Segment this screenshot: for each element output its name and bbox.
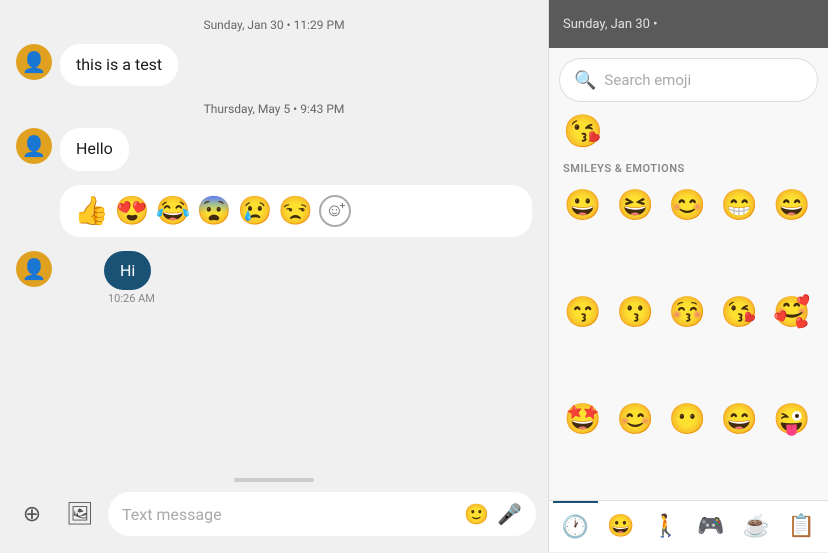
- emoji-laughing[interactable]: 😂: [156, 197, 191, 225]
- emoji-panel-date: Sunday, Jan 30 •: [563, 17, 658, 32]
- emoji-cell[interactable]: 😄: [768, 181, 816, 229]
- emoji-grid: 😀 😆 😊 😁 😄 😙 😗 😚 😘 🥰 🤩 😊 😶 😄 😜: [549, 181, 828, 500]
- emoji-cell[interactable]: 😆: [611, 181, 659, 229]
- date-label-1: Sunday, Jan 30 • 11:29 PM: [16, 18, 532, 32]
- sent-timestamp: 10:26 AM: [108, 292, 155, 305]
- emoji-section-label: SMILEYS & EMOTIONS: [549, 158, 828, 181]
- emoji-thumbsup[interactable]: 👍: [74, 197, 109, 225]
- emoji-cell[interactable]: 😙: [559, 288, 607, 336]
- emoji-cell[interactable]: 😚: [663, 288, 711, 336]
- bubble-1: this is a test: [60, 44, 178, 86]
- date-label-2: Thursday, May 5 • 9:43 PM: [16, 102, 532, 116]
- gallery-icon: 🖼: [66, 502, 94, 527]
- emoji-crying[interactable]: 😢: [238, 197, 273, 225]
- add-button[interactable]: ⊕: [12, 494, 52, 534]
- avatar-3: 👤: [16, 251, 52, 287]
- emoji-panel-header: Sunday, Jan 30 •: [549, 0, 828, 48]
- emoji-tab-activities[interactable]: 🎮: [689, 501, 734, 553]
- recent-emoji-row: 😘: [549, 108, 828, 158]
- gallery-button[interactable]: 🖼: [60, 494, 100, 534]
- emoji-shocked[interactable]: 😨: [197, 197, 232, 225]
- message-row-1: 👤 this is a test: [16, 44, 532, 86]
- emoji-tab-objects[interactable]: 📋: [779, 501, 824, 553]
- recent-emoji-item[interactable]: 😘: [563, 112, 603, 150]
- emoji-tab-food[interactable]: ☕: [734, 501, 779, 553]
- emoji-reaction-row: 👍 😍 😂 😨 😢 😒 ☺+: [60, 185, 532, 237]
- emoji-cell[interactable]: 😊: [663, 181, 711, 229]
- chat-input-bar: ⊕ 🖼 Text message 🙂 🎤: [0, 482, 548, 552]
- avatar-1: 👤: [16, 44, 52, 80]
- text-input-container[interactable]: Text message 🙂 🎤: [108, 492, 536, 536]
- emoji-tab-people[interactable]: 🚶: [643, 501, 688, 553]
- text-input-placeholder: Text message: [122, 505, 456, 524]
- emoji-cell[interactable]: 😶: [663, 395, 711, 443]
- emoji-heart-eyes[interactable]: 😍: [115, 197, 150, 225]
- chat-panel: Sunday, Jan 30 • 11:29 PM 👤 this is a te…: [0, 0, 548, 552]
- emoji-panel: Sunday, Jan 30 • 🔍 Search emoji 😘 SMILEY…: [548, 0, 828, 552]
- input-right-icons: 🙂 🎤: [464, 502, 522, 526]
- emoji-cell[interactable]: 😊: [611, 395, 659, 443]
- sent-wrapper: Hi 10:26 AM: [104, 251, 155, 305]
- search-icon: 🔍: [574, 70, 596, 91]
- emoji-cell[interactable]: 😄: [716, 395, 764, 443]
- emoji-cell[interactable]: 😁: [716, 181, 764, 229]
- avatar-icon-3: 👤: [22, 259, 47, 279]
- sent-message-row: 👤 Hi 10:26 AM: [16, 251, 532, 305]
- emoji-cell[interactable]: 😀: [559, 181, 607, 229]
- avatar-icon-1: 👤: [22, 52, 47, 72]
- message-row-2: 👤 Hello: [16, 128, 532, 170]
- search-placeholder: Search emoji: [604, 71, 691, 89]
- emoji-tab-smileys[interactable]: 😀: [598, 501, 643, 553]
- emoji-cell[interactable]: 😜: [768, 395, 816, 443]
- emoji-tab-bar: 🕐 😀 🚶 🎮 ☕ 📋: [549, 500, 828, 552]
- chat-messages: Sunday, Jan 30 • 11:29 PM 👤 this is a te…: [0, 0, 548, 472]
- emoji-cell[interactable]: 😘: [716, 288, 764, 336]
- emoji-cell[interactable]: 😗: [611, 288, 659, 336]
- avatar-2: 👤: [16, 128, 52, 164]
- emoji-cell[interactable]: 🥰: [768, 288, 816, 336]
- bubble-2: Hello: [60, 128, 129, 170]
- mic-input-icon[interactable]: 🎤: [497, 502, 522, 526]
- emoji-tab-recent[interactable]: 🕐: [553, 501, 598, 553]
- emoji-squinting[interactable]: 😒: [278, 197, 313, 225]
- add-icon: ⊕: [23, 502, 41, 527]
- emoji-add-button[interactable]: ☺+: [319, 195, 351, 227]
- avatar-icon-2: 👤: [22, 136, 47, 156]
- emoji-cell[interactable]: 🤩: [559, 395, 607, 443]
- emoji-input-icon[interactable]: 🙂: [464, 502, 489, 526]
- emoji-search-bar[interactable]: 🔍 Search emoji: [559, 58, 818, 102]
- sent-bubble: Hi: [104, 251, 151, 290]
- emoji-add-icon: ☺+: [325, 200, 345, 221]
